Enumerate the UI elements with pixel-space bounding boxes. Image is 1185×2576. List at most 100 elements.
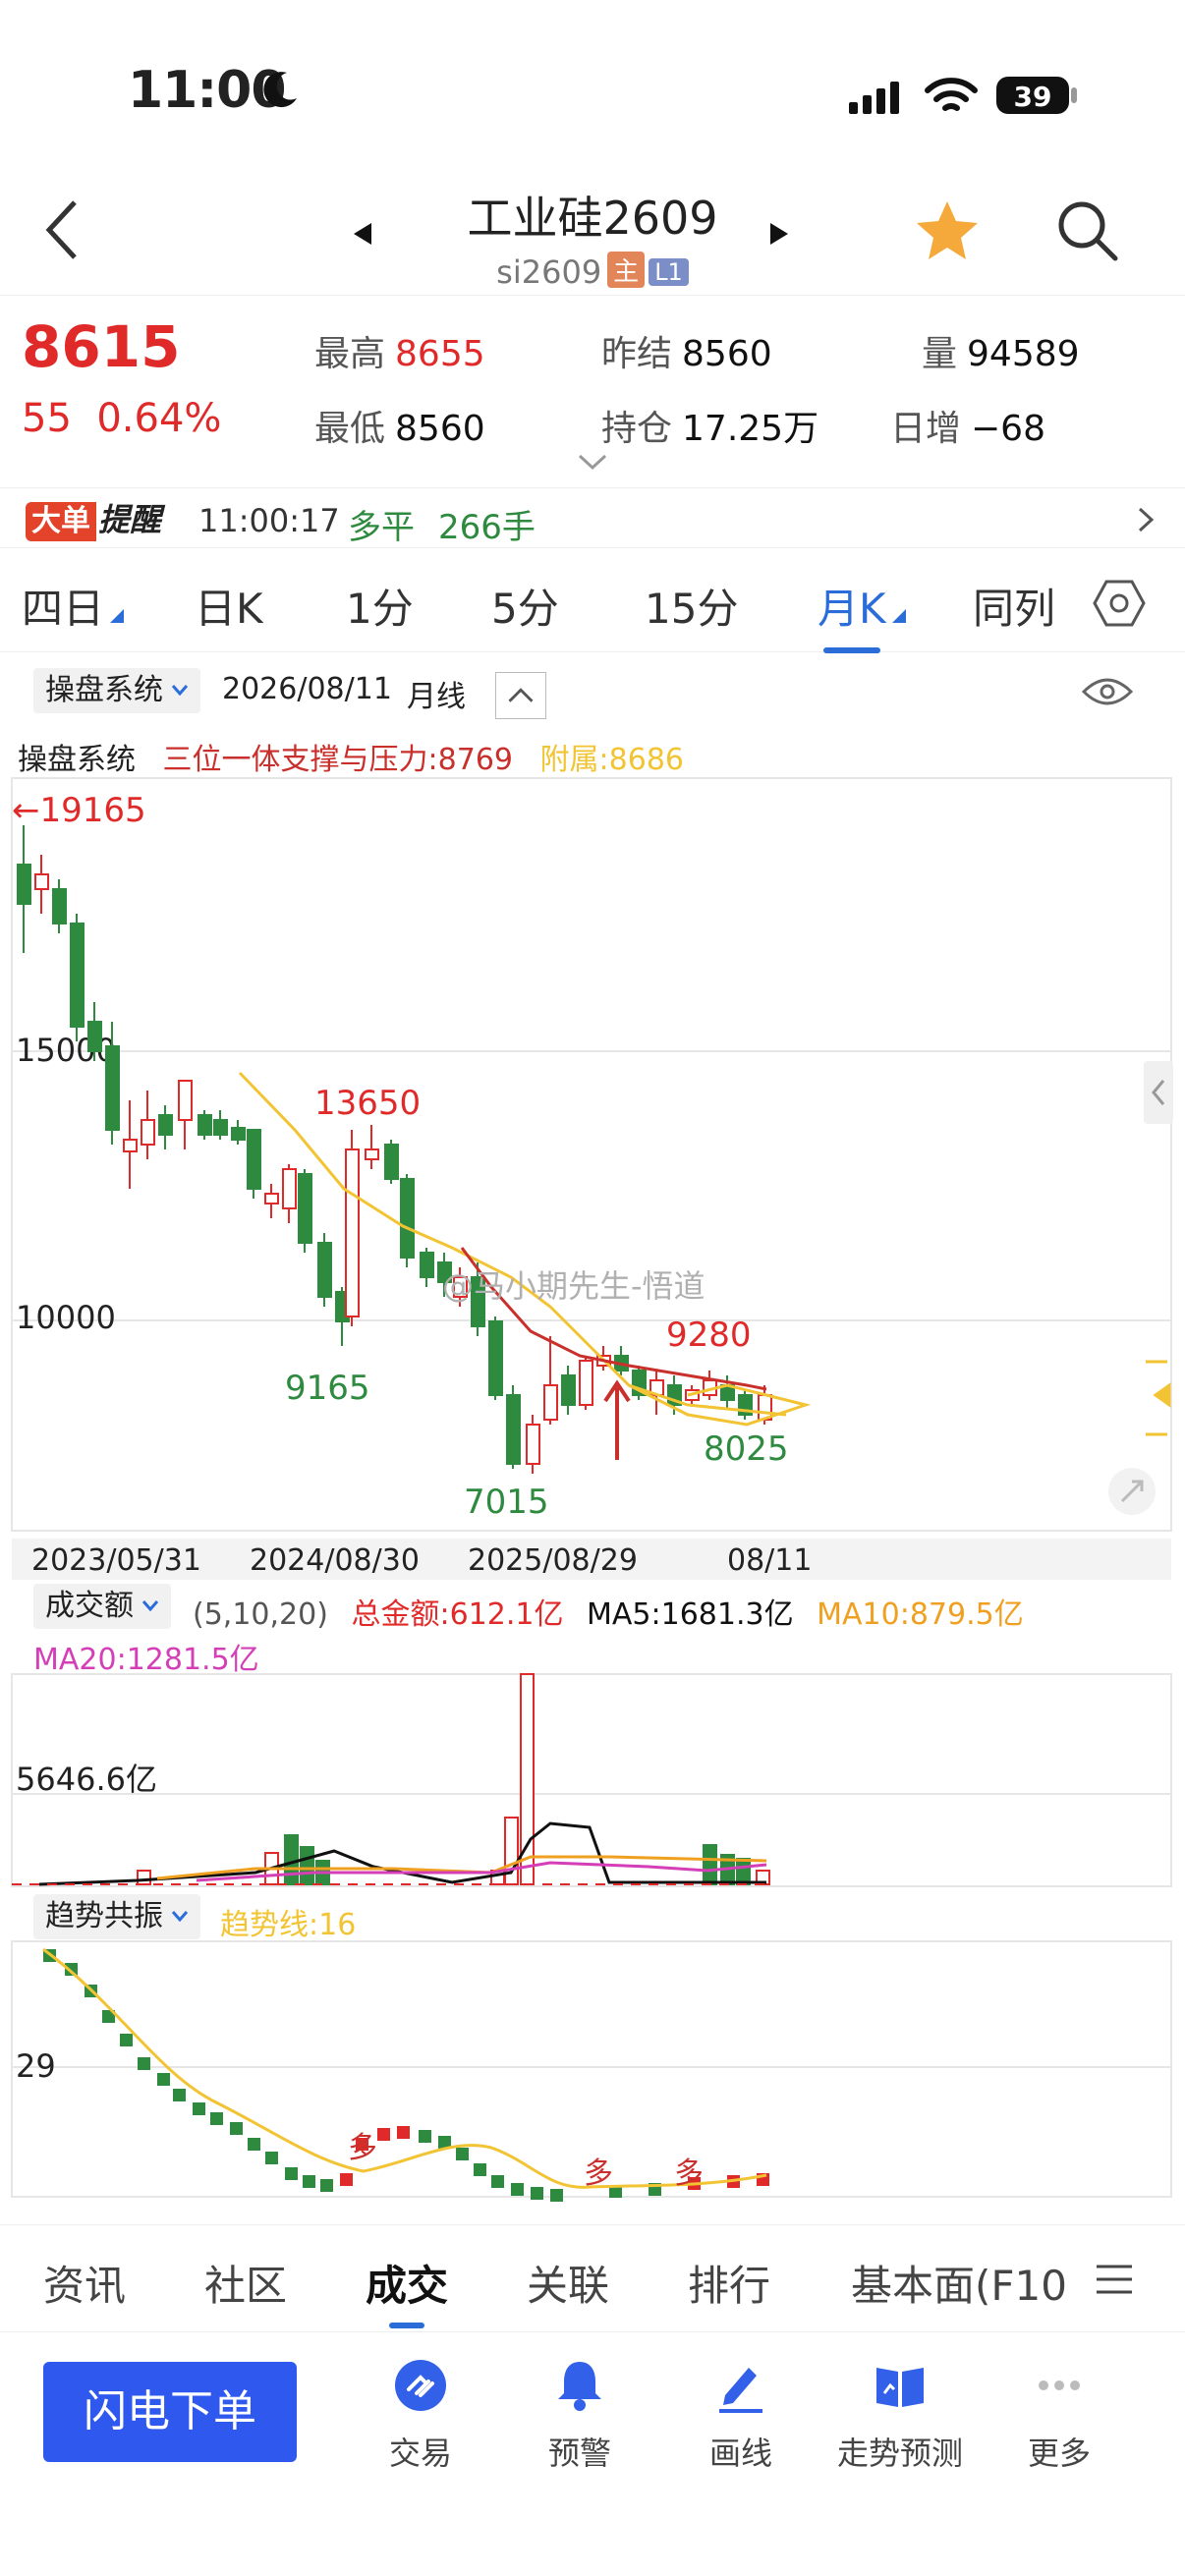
trend-step (120, 2034, 133, 2046)
candle-body (141, 1119, 155, 1146)
candle-body (579, 1360, 593, 1406)
tab-news[interactable]: 资讯 (43, 2253, 126, 2313)
candle-body (506, 1394, 521, 1465)
up-arrow-signal-icon (603, 1379, 631, 1460)
pen-icon (719, 2368, 762, 2413)
trend-step (248, 2138, 260, 2151)
candle-body (345, 1148, 360, 1317)
trend-legend: 趋势线:16 (220, 1908, 357, 1942)
trend-step (511, 2183, 524, 2196)
candle-body (34, 873, 49, 890)
top-price-marker: ←19165 (12, 791, 146, 830)
candle-body (561, 1374, 576, 1406)
trend-step (193, 2102, 205, 2115)
trend-step (138, 2057, 150, 2070)
watermark: @马小期先生-悟道 (442, 1267, 705, 1305)
trend-step (397, 2126, 410, 2139)
trend-step (157, 2073, 170, 2086)
y-label-10000: 10000 (16, 1299, 116, 1336)
annotation-low-7015: 7015 (464, 1483, 549, 1522)
candle-body (543, 1384, 558, 1421)
candle-body (365, 1148, 379, 1160)
trend-step (320, 2179, 333, 2192)
trend-step (456, 2148, 469, 2160)
volume-bar (137, 1870, 151, 1885)
candle-body (282, 1168, 297, 1209)
trend-step (173, 2089, 186, 2101)
annotation-low-9165: 9165 (285, 1369, 370, 1408)
chart-area[interactable]: ←19165 15000 10000 13650 9165 7015 9280 … (0, 0, 1185, 2222)
tab-community[interactable]: 社区 (204, 2253, 287, 2313)
x-label-2025-08-29: 2025/08/29 (468, 1543, 638, 1578)
candle-body (105, 1045, 120, 1131)
bottom-tabs: 资讯 社区 成交 关联 排行 基本面(F10 (0, 2224, 1185, 2332)
chevron-down-icon (171, 1911, 189, 1922)
active-tab-underline (389, 2323, 425, 2328)
candle-body (526, 1424, 540, 1465)
volume-bars (137, 1673, 770, 1885)
candle-body (178, 1080, 193, 1121)
volume-panel-frame (11, 1673, 1172, 1887)
volume-legend: (5,10,20) 总金额:612.1亿 MA5:1681.3亿 MA10:87… (193, 1597, 1024, 1632)
x-label-2024-08-30: 2024/08/30 (250, 1543, 420, 1578)
chevron-down-icon (141, 1600, 159, 1611)
tab-related[interactable]: 关联 (527, 2253, 609, 2313)
tab-ranking[interactable]: 排行 (688, 2253, 770, 2313)
trend-mark: 多 (674, 2156, 704, 2191)
trend-y-label: 29 (16, 2047, 56, 2085)
toolbar-more[interactable]: 更多 (990, 2356, 1128, 2474)
toolbar-trade[interactable]: 交易 (352, 2356, 489, 2474)
volume-indicator-selector[interactable]: 成交额 (33, 1584, 171, 1629)
trend-step (491, 2175, 504, 2188)
volume-y-label: 5646.6亿 (16, 1761, 157, 1798)
candle-body (400, 1178, 415, 1259)
candle-body (384, 1144, 399, 1180)
candle-body (87, 1021, 102, 1052)
candle-body (70, 923, 85, 1028)
volume-bar (300, 1846, 314, 1885)
x-label-2023-05-31: 2023/05/31 (31, 1543, 201, 1578)
candle-body (231, 1127, 246, 1141)
annotation-low-8025: 8025 (704, 1429, 789, 1469)
book-icon (876, 2368, 924, 2407)
candle-body (420, 1252, 434, 1278)
candle-body (247, 1129, 261, 1190)
trend-step (340, 2173, 353, 2186)
trend-mark: 多 (348, 2131, 377, 2165)
trend-indicator-selector[interactable]: 趋势共振 (33, 1894, 200, 1939)
candle-body (298, 1173, 312, 1244)
trend-mark: 多 (584, 2156, 613, 2191)
candle-body (17, 864, 31, 905)
trend-step (531, 2187, 543, 2200)
candle-body (213, 1119, 228, 1136)
x-label-08-11: 08/11 (727, 1543, 812, 1578)
menu-icon[interactable] (1095, 2263, 1134, 2296)
trend-step (303, 2175, 315, 2188)
candlestick-series (17, 825, 772, 1474)
trend-step (550, 2189, 563, 2202)
bottom-toolbar: 闪电下单 交易 预警 画线 走势预测 更多 (0, 2334, 1185, 2576)
toolbar-draw[interactable]: 画线 (672, 2356, 810, 2474)
candle-body (488, 1320, 503, 1396)
candle-body (198, 1114, 212, 1136)
toolbar-forecast[interactable]: 走势预测 (831, 2356, 969, 2474)
more-icon (1039, 2380, 1080, 2390)
trend-step (265, 2152, 278, 2164)
side-handle[interactable] (1144, 1061, 1173, 1124)
candle-body (264, 1193, 279, 1204)
trend-line (42, 1947, 767, 2189)
main-chart-frame (11, 777, 1172, 1532)
trend-step (377, 2128, 390, 2141)
tab-fundamentals[interactable]: 基本面(F10 (851, 2253, 1065, 2313)
trend-step (285, 2167, 298, 2180)
trend-step (230, 2122, 243, 2135)
trend-step (210, 2112, 223, 2125)
tab-trades[interactable]: 成交 (366, 2253, 448, 2328)
annotation-high-13650: 13650 (314, 1084, 421, 1123)
annotation-high-9280: 9280 (666, 1316, 752, 1355)
candle-body (52, 888, 67, 924)
candle-body (123, 1139, 138, 1152)
toolbar-alert[interactable]: 预警 (511, 2356, 649, 2474)
trend-step (419, 2130, 431, 2143)
flash-order-button[interactable]: 闪电下单 (43, 2362, 297, 2462)
